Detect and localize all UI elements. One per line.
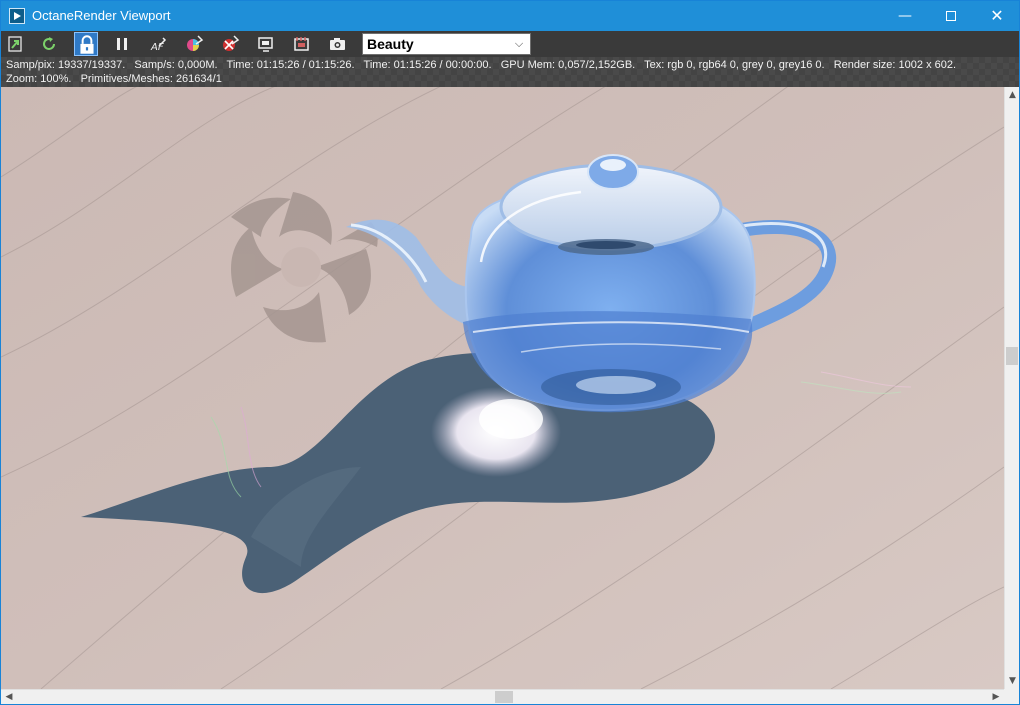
render-stats-line: Samp/pix: 19337/19337. Samp/s: 0,000M. T…	[6, 59, 957, 71]
lock-viewport-icon	[80, 35, 94, 54]
camera-target-picker-icon	[294, 37, 309, 51]
render-pass-value: Beauty	[367, 36, 414, 52]
zoom-primitives-line: Zoom: 100%. Primitives/Meshes: 261634/1	[6, 73, 222, 85]
restart-render-icon	[43, 37, 55, 50]
white-balance-picker-icon	[187, 35, 204, 51]
restart-render-button[interactable]	[37, 32, 61, 56]
vertical-scroll-thumb[interactable]	[1006, 347, 1018, 365]
object-picker-button[interactable]	[254, 32, 278, 56]
render-region-picker-icon	[330, 38, 345, 50]
render-viewport[interactable]	[1, 87, 1004, 689]
octane-app-icon	[9, 8, 25, 24]
scroll-down-arrow-icon[interactable]: ▼	[1005, 673, 1020, 689]
render-region-picker-button[interactable]	[326, 32, 350, 56]
camera-target-picker-button[interactable]	[290, 32, 314, 56]
title-bar[interactable]: OctaneRender Viewport — ✕	[1, 1, 1019, 31]
horizontal-scrollbar[interactable]: ◀ ▶	[1, 689, 1004, 704]
scroll-right-arrow-icon[interactable]: ▶	[988, 690, 1004, 705]
close-button[interactable]: ✕	[974, 1, 1020, 31]
export-render-button[interactable]	[3, 32, 27, 56]
window-title: OctaneRender Viewport	[32, 8, 171, 23]
scroll-up-arrow-icon[interactable]: ▲	[1005, 87, 1020, 103]
rendered-image[interactable]	[1, 87, 1004, 689]
maximize-button[interactable]	[928, 1, 974, 31]
octane-viewport-window: OctaneRender Viewport — ✕ AF Beauty ⌵ Sa…	[0, 0, 1020, 705]
scrollbar-corner	[1004, 689, 1019, 704]
scroll-left-arrow-icon[interactable]: ◀	[1, 690, 17, 705]
render-pass-select[interactable]: Beauty ⌵	[362, 33, 531, 55]
material-picker-icon	[223, 35, 240, 51]
autofocus-picker-button[interactable]: AF	[146, 32, 170, 56]
horizontal-scroll-thumb[interactable]	[495, 691, 513, 703]
render-info-bar: Samp/pix: 19337/19337. Samp/s: 0,000M. T…	[1, 57, 1019, 87]
pause-render-icon	[117, 38, 127, 50]
maximize-icon	[946, 11, 956, 21]
vertical-scrollbar[interactable]: ▲ ▼	[1004, 87, 1019, 689]
lock-viewport-button[interactable]	[74, 32, 98, 56]
pause-render-button[interactable]	[110, 32, 134, 56]
viewport-toolbar: AF Beauty ⌵	[1, 31, 1019, 57]
object-picker-icon	[258, 37, 273, 52]
autofocus-picker-icon: AF	[150, 37, 167, 53]
material-picker-button[interactable]	[218, 32, 242, 56]
minimize-button[interactable]: —	[882, 1, 928, 31]
chevron-down-icon[interactable]: ⌵	[510, 34, 528, 54]
white-balance-picker-button[interactable]	[182, 32, 206, 56]
export-render-icon	[8, 36, 22, 52]
